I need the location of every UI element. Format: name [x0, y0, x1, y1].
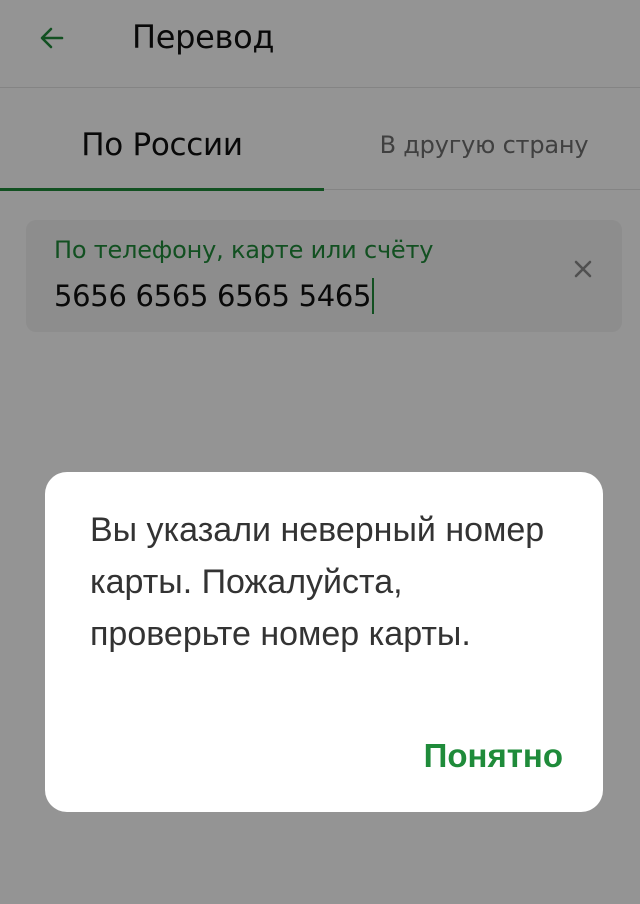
error-dialog: Вы указали неверный номер карты. Пожалуй…	[45, 472, 603, 812]
dialog-message: Вы указали неверный номер карты. Пожалуй…	[90, 511, 545, 653]
ok-button[interactable]: Понятно	[424, 730, 563, 782]
